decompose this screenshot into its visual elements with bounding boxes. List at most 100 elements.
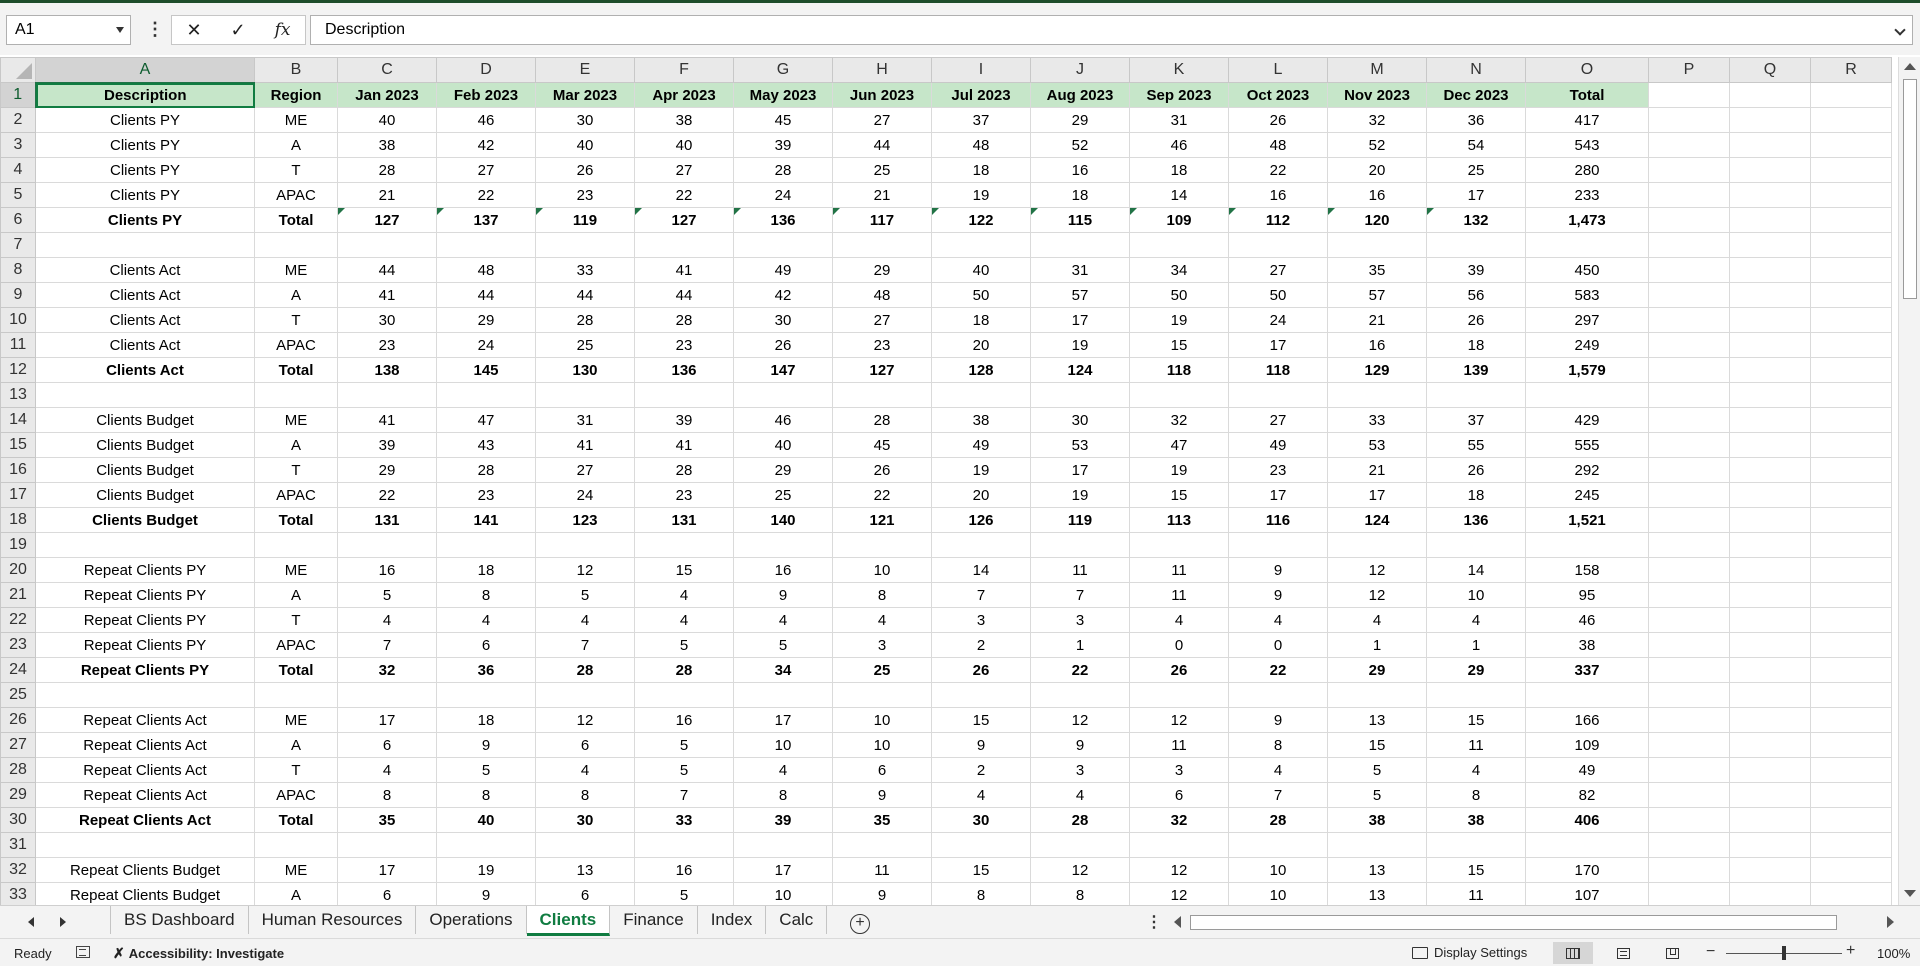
- cell[interactable]: 555: [1525, 432, 1649, 458]
- cell[interactable]: Repeat Clients Act: [35, 732, 255, 758]
- cell[interactable]: [436, 682, 536, 708]
- row-header[interactable]: 8: [0, 257, 36, 283]
- cell[interactable]: 1: [1030, 632, 1130, 658]
- row-header[interactable]: 6: [0, 207, 36, 233]
- cell[interactable]: T: [254, 757, 338, 783]
- cell[interactable]: 10: [1426, 582, 1526, 608]
- cell[interactable]: 6: [535, 732, 635, 758]
- cell[interactable]: 127: [832, 357, 932, 383]
- cell[interactable]: 40: [931, 257, 1031, 283]
- cell[interactable]: [1810, 632, 1892, 658]
- row-header[interactable]: 20: [0, 557, 36, 583]
- cell[interactable]: ME: [254, 557, 338, 583]
- cell[interactable]: Jun 2023: [832, 82, 932, 108]
- cell[interactable]: [1729, 107, 1811, 133]
- cell[interactable]: 49: [733, 257, 833, 283]
- row-header[interactable]: 15: [0, 432, 36, 458]
- cell[interactable]: 30: [1030, 407, 1130, 433]
- cell[interactable]: [1729, 182, 1811, 208]
- cell[interactable]: 9: [832, 782, 932, 808]
- cell[interactable]: 28: [634, 307, 734, 333]
- cell[interactable]: 48: [931, 132, 1031, 158]
- cell[interactable]: 280: [1525, 157, 1649, 183]
- cell[interactable]: 9: [832, 882, 932, 905]
- cell[interactable]: 109: [1525, 732, 1649, 758]
- cell[interactable]: [1810, 207, 1892, 233]
- macro-icon[interactable]: [76, 946, 90, 958]
- cell[interactable]: 48: [832, 282, 932, 308]
- cell[interactable]: [832, 832, 932, 858]
- cell[interactable]: [1648, 307, 1730, 333]
- cell[interactable]: 32: [1327, 107, 1427, 133]
- cell[interactable]: [1729, 807, 1811, 833]
- cell[interactable]: 44: [634, 282, 734, 308]
- cell[interactable]: 25: [733, 482, 833, 508]
- cell[interactable]: Repeat Clients Act: [35, 782, 255, 808]
- row-header[interactable]: 17: [0, 482, 36, 508]
- cell[interactable]: [1729, 657, 1811, 683]
- cell[interactable]: 29: [1426, 657, 1526, 683]
- cell[interactable]: 5: [535, 582, 635, 608]
- cell[interactable]: 18: [436, 707, 536, 733]
- cell[interactable]: Clients Act: [35, 282, 255, 308]
- cell[interactable]: 406: [1525, 807, 1649, 833]
- cell[interactable]: 5: [1327, 782, 1427, 808]
- cell[interactable]: 25: [535, 332, 635, 358]
- cell[interactable]: 4: [436, 607, 536, 633]
- cell[interactable]: [254, 682, 338, 708]
- cell[interactable]: 22: [1030, 657, 1130, 683]
- cell[interactable]: 3: [931, 607, 1031, 633]
- cell[interactable]: [1426, 682, 1526, 708]
- cell[interactable]: [1648, 607, 1730, 633]
- cell[interactable]: [254, 532, 338, 558]
- cell[interactable]: 29: [832, 257, 932, 283]
- cell[interactable]: 138: [337, 357, 437, 383]
- cell[interactable]: 137: [436, 207, 536, 233]
- sheet-tab[interactable]: BS Dashboard: [110, 906, 249, 934]
- cell[interactable]: 17: [1426, 182, 1526, 208]
- cell[interactable]: 22: [337, 482, 437, 508]
- cell[interactable]: 29: [1327, 657, 1427, 683]
- cell[interactable]: [1810, 257, 1892, 283]
- cell[interactable]: 4: [1129, 607, 1229, 633]
- cell[interactable]: [1810, 707, 1892, 733]
- cell[interactable]: Clients Budget: [35, 432, 255, 458]
- cell[interactable]: 40: [535, 132, 635, 158]
- cell[interactable]: 3: [1030, 607, 1130, 633]
- cell[interactable]: 7: [535, 632, 635, 658]
- cell[interactable]: 124: [1327, 507, 1427, 533]
- cell[interactable]: [1327, 832, 1427, 858]
- cell[interactable]: 13: [535, 857, 635, 883]
- cell[interactable]: 24: [733, 182, 833, 208]
- cell[interactable]: [1648, 457, 1730, 483]
- cell[interactable]: 21: [1327, 307, 1427, 333]
- cell[interactable]: 8: [1228, 732, 1328, 758]
- cell[interactable]: [1810, 832, 1892, 858]
- cell[interactable]: 24: [535, 482, 635, 508]
- cell[interactable]: 39: [733, 132, 833, 158]
- cell[interactable]: [1648, 832, 1730, 858]
- cell[interactable]: 10: [832, 557, 932, 583]
- cell[interactable]: Clients PY: [35, 107, 255, 133]
- cell[interactable]: 1,579: [1525, 357, 1649, 383]
- cell[interactable]: 48: [1228, 132, 1328, 158]
- cell[interactable]: [1327, 532, 1427, 558]
- cell[interactable]: [1525, 382, 1649, 408]
- cell[interactable]: 12: [535, 707, 635, 733]
- cell[interactable]: Jan 2023: [337, 82, 437, 108]
- cell[interactable]: 28: [436, 457, 536, 483]
- cell[interactable]: 52: [1030, 132, 1130, 158]
- cell[interactable]: 54: [1426, 132, 1526, 158]
- cell[interactable]: [535, 532, 635, 558]
- cell[interactable]: 47: [1129, 432, 1229, 458]
- add-sheet-icon[interactable]: +: [850, 914, 870, 934]
- cell[interactable]: [1729, 157, 1811, 183]
- cell[interactable]: Total: [254, 657, 338, 683]
- cell[interactable]: [254, 832, 338, 858]
- cell[interactable]: Clients PY: [35, 157, 255, 183]
- cell[interactable]: Clients PY: [35, 132, 255, 158]
- row-header[interactable]: 27: [0, 732, 36, 758]
- column-header[interactable]: E: [535, 57, 635, 83]
- column-header[interactable]: D: [436, 57, 536, 83]
- cell[interactable]: [1228, 532, 1328, 558]
